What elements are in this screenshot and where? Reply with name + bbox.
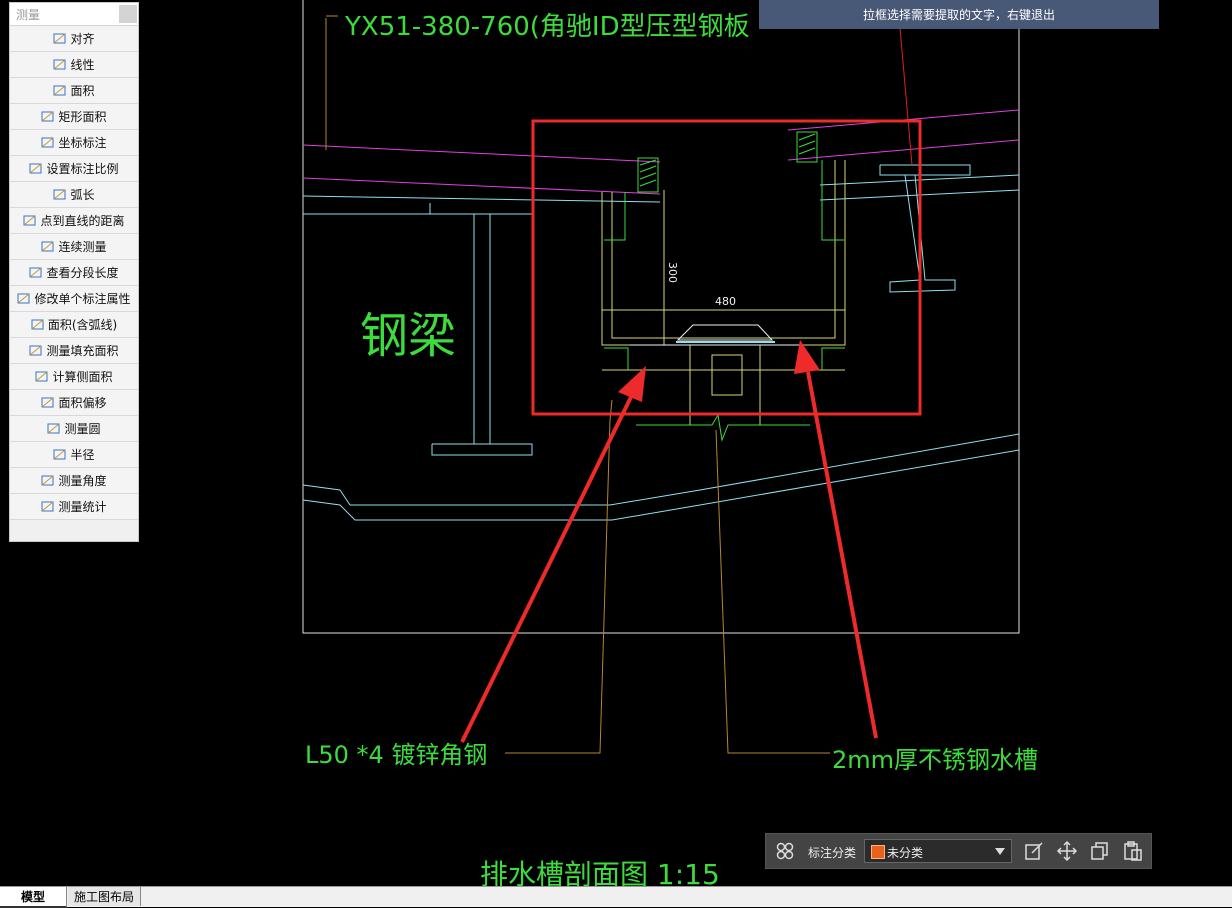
- tab-model[interactable]: 模型: [0, 887, 67, 908]
- leader-lines: [325, 15, 830, 754]
- tab-layout[interactable]: 施工图布局: [68, 887, 141, 906]
- grid-icon[interactable]: [774, 840, 796, 862]
- cad-drawing-canvas[interactable]: YX51-380-760(角驰ID型压型钢板 钢梁 300 480 L50 *4…: [0, 0, 1232, 906]
- category-value: 未分类: [887, 846, 924, 860]
- measure-panel: 测量 对齐线性面积矩形面积坐标标注设置标注比例 弧长点到直线的距离 连续测量查看分段…: [9, 2, 139, 542]
- annotation-toolbar: 标注分类 未分类: [765, 833, 1152, 869]
- panel-title: 测量: [16, 8, 41, 22]
- area-icon: [53, 85, 66, 96]
- circle-icon: [47, 423, 60, 434]
- instruction-tip: 拉框选择需要提取的文字，右键退出: [759, 0, 1159, 29]
- continuous-measure-icon: [41, 241, 54, 252]
- tool-item[interactable]: 坐标标注: [10, 130, 138, 156]
- tool-label: 计算侧面积: [52, 370, 113, 384]
- tool-item[interactable]: 线性: [10, 52, 138, 78]
- tool-label: 设置标注比例: [46, 162, 119, 176]
- tool-label: 矩形面积: [58, 110, 107, 124]
- roof-slab: [302, 109, 1020, 195]
- tool-item[interactable]: 对齐: [10, 26, 138, 52]
- chevron-down-icon: [995, 848, 1005, 855]
- red-guide-line: [899, 27, 913, 166]
- tool-label: 点到直线的距离: [40, 214, 125, 228]
- tool-label: 测量填充面积: [46, 344, 119, 358]
- tool-label: 面积偏移: [58, 396, 107, 410]
- move-icon[interactable]: [1056, 840, 1078, 862]
- tool-label: 面积: [70, 84, 95, 98]
- tool-item[interactable]: 连续测量: [10, 234, 138, 260]
- tool-label: 修改单个标注属性: [34, 292, 131, 306]
- tool-label: 测量统计: [58, 500, 107, 514]
- tool-label: 半径: [70, 448, 95, 462]
- tool-label: 测量角度: [58, 474, 107, 488]
- statistics-icon: [41, 501, 54, 512]
- tool-label: 坐标标注: [58, 136, 107, 150]
- segment-length-icon: [29, 267, 42, 278]
- tool-item[interactable]: 半径: [10, 442, 138, 468]
- copy-icon[interactable]: [1089, 840, 1111, 862]
- tool-item[interactable]: 测量圆: [10, 416, 138, 442]
- edit-dimension-icon: [17, 293, 30, 304]
- tool-item[interactable]: 设置标注比例: [10, 156, 138, 182]
- tool-item[interactable]: 修改单个标注属性: [10, 286, 138, 312]
- top-panel-label: YX51-380-760(角驰ID型压型钢板: [344, 12, 750, 42]
- layout-tabs: 模型 施工图布局: [0, 886, 1232, 908]
- tool-list: 对齐线性面积矩形面积坐标标注设置标注比例 弧长点到直线的距离 连续测量查看分段长度修…: [10, 26, 138, 520]
- panel-header: 测量: [10, 3, 138, 26]
- tool-label: 连续测量: [58, 240, 107, 254]
- tool-item[interactable]: 面积(含弧线): [10, 312, 138, 338]
- red-arrows: [460, 340, 878, 743]
- tool-label: 测量圆: [64, 422, 101, 436]
- linear-dimension-icon: [53, 59, 66, 70]
- panel-collapse-button[interactable]: [119, 5, 137, 23]
- tool-item[interactable]: 计算侧面积: [10, 364, 138, 390]
- annotation-category-select[interactable]: 未分类: [864, 839, 1012, 863]
- tool-item[interactable]: 点到直线的距离: [10, 208, 138, 234]
- align-dimension-icon: [53, 33, 66, 44]
- tool-item[interactable]: 测量统计: [10, 494, 138, 520]
- point-line-distance-icon: [23, 215, 36, 226]
- tool-item[interactable]: 测量角度: [10, 468, 138, 494]
- arc-area-icon: [31, 319, 44, 330]
- tool-item[interactable]: 查看分段长度: [10, 260, 138, 286]
- area-offset-icon: [41, 397, 54, 408]
- scale-icon: [29, 163, 42, 174]
- rectangle-area-icon: [41, 111, 54, 122]
- side-area-icon: [35, 371, 48, 382]
- arc-length-icon: [53, 189, 66, 200]
- tool-item[interactable]: 面积: [10, 78, 138, 104]
- tool-label: 查看分段长度: [46, 266, 119, 280]
- tool-item[interactable]: 测量填充面积: [10, 338, 138, 364]
- tool-label: 对齐: [70, 32, 95, 46]
- dimension-480: 480: [715, 295, 736, 308]
- dimension-300: 300: [666, 262, 679, 283]
- annotation-category-label: 标注分类: [808, 846, 857, 860]
- tool-label: 弧长: [70, 188, 95, 202]
- beam-label: 钢梁: [360, 308, 456, 364]
- tool-label: 面积(含弧线): [47, 318, 118, 332]
- category-color-swatch: [871, 845, 885, 859]
- tool-item[interactable]: 弧长: [10, 182, 138, 208]
- left-callout-label: L50 *4 镀锌角钢: [305, 741, 487, 769]
- angle-icon: [41, 475, 54, 486]
- fill-area-icon: [29, 345, 42, 356]
- edit-icon[interactable]: [1023, 840, 1045, 862]
- tool-label: 线性: [70, 58, 95, 72]
- right-callout-label: 2mm厚不锈钢水槽: [832, 746, 1038, 774]
- tool-item[interactable]: 面积偏移: [10, 390, 138, 416]
- coordinate-icon: [41, 137, 54, 148]
- radius-icon: [53, 449, 66, 460]
- tool-item[interactable]: 矩形面积: [10, 104, 138, 130]
- paste-icon[interactable]: [1122, 840, 1144, 862]
